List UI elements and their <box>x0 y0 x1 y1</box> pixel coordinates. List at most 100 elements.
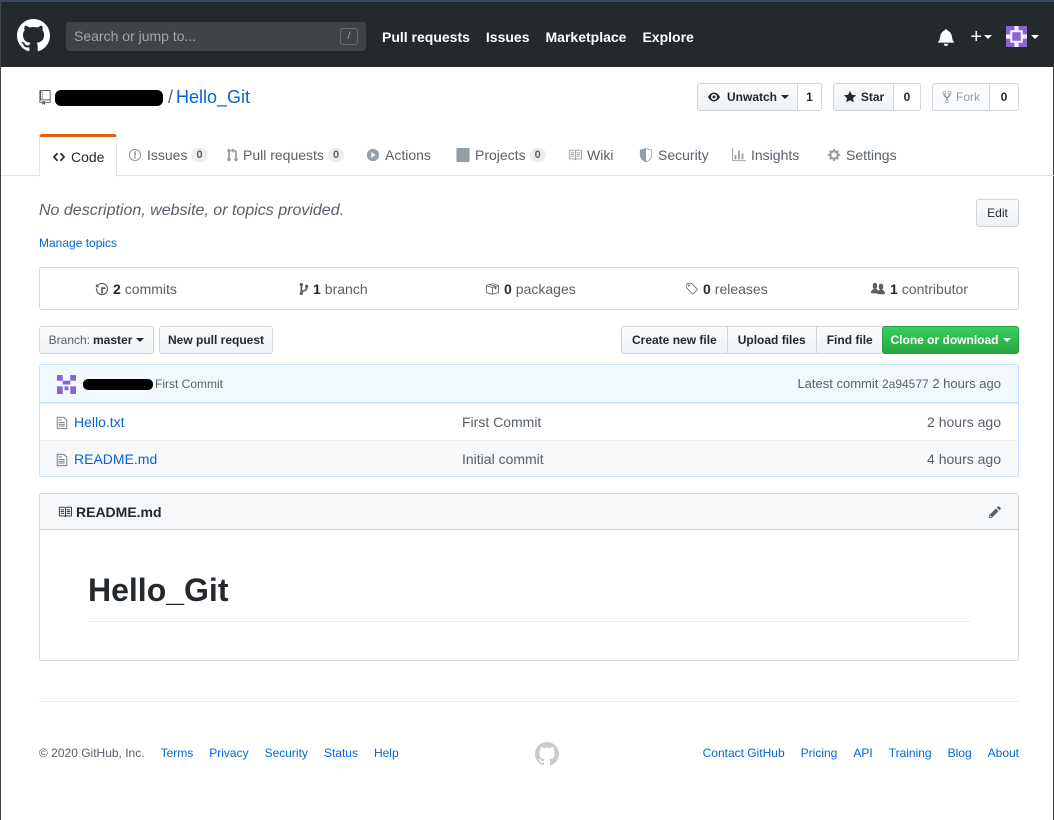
summary-number: 0 <box>504 280 512 297</box>
file-name-link[interactable]: README.md <box>74 451 157 467</box>
header-actions: + <box>938 26 1039 47</box>
tab-pull-requests[interactable]: Pull requests 0 <box>227 134 345 176</box>
avatar[interactable] <box>57 375 76 394</box>
watch-button[interactable]: Unwatch <box>697 83 798 111</box>
chevron-down-icon <box>781 95 789 99</box>
file-table: First Commit Latest commit 2a94577 2 hou… <box>39 364 1019 477</box>
file-name-link[interactable]: Hello.txt <box>74 414 125 430</box>
fork-button[interactable]: Fork <box>932 83 990 111</box>
global-header: Search or jump to... / Pull requests Iss… <box>1 0 1054 67</box>
chevron-down-icon <box>1002 338 1011 342</box>
tab-label: Insights <box>751 147 800 163</box>
table-row: Hello.txt First Commit 2 hours ago <box>40 403 1018 440</box>
branch-select-button[interactable]: Branch: master <box>39 326 154 354</box>
tab-label: Code <box>71 148 105 165</box>
star-label: Star <box>860 90 885 104</box>
footer-link-privacy[interactable]: Privacy <box>209 746 248 760</box>
footer-link-about[interactable]: About <box>988 746 1019 760</box>
package-icon <box>485 282 499 295</box>
tab-label: Security <box>658 147 709 163</box>
commit-sha-link[interactable]: 2a94577 <box>882 377 929 391</box>
tab-settings[interactable]: Settings <box>827 134 897 176</box>
copyright: © 2020 GitHub, Inc. <box>39 746 145 760</box>
readme-box: README.md Hello_Git <box>39 493 1019 661</box>
tab-security[interactable]: Security <box>639 134 709 176</box>
github-logo-icon[interactable] <box>17 19 50 52</box>
readme-heading: Hello_Git <box>88 572 970 622</box>
commit-message[interactable]: First Commit <box>155 377 223 391</box>
plus-icon[interactable]: + <box>970 27 982 47</box>
footer-link-pricing[interactable]: Pricing <box>801 746 838 760</box>
tag-icon <box>686 282 698 294</box>
tab-actions[interactable]: Actions <box>366 134 431 176</box>
nav-marketplace[interactable]: Marketplace <box>546 29 627 45</box>
avatar-chevron-icon[interactable] <box>1031 34 1039 39</box>
branch-count[interactable]: 1 branch <box>299 268 368 309</box>
tab-wiki[interactable]: Wiki <box>568 134 613 176</box>
search-placeholder: Search or jump to... <box>74 28 197 44</box>
commits-count[interactable]: 2 commits <box>95 268 177 309</box>
releases-count[interactable]: 0 releases <box>685 268 768 309</box>
nav-pull-requests[interactable]: Pull requests <box>382 29 470 45</box>
find-file-button[interactable]: Find file <box>815 326 884 354</box>
tab-projects[interactable]: Projects 0 <box>456 134 546 176</box>
new-pull-request-button[interactable]: New pull request <box>159 326 273 354</box>
manage-topics-link[interactable]: Manage topics <box>39 236 117 250</box>
nav-issues[interactable]: Issues <box>486 29 530 45</box>
chevron-down-icon <box>136 338 145 342</box>
summary-label: contributor <box>901 280 968 297</box>
nav-explore[interactable]: Explore <box>642 29 693 45</box>
footer-link-security[interactable]: Security <box>265 746 308 760</box>
file-commit-message[interactable]: First Commit <box>462 414 541 430</box>
graph-icon <box>732 148 746 162</box>
footer-right: Contact GitHub Pricing API Training Blog… <box>703 746 1035 760</box>
upload-files-button[interactable]: Upload files <box>726 326 816 354</box>
contributors-count[interactable]: 1 contributor <box>870 268 968 309</box>
footer-link-status[interactable]: Status <box>324 746 358 760</box>
tab-insights[interactable]: Insights <box>732 134 799 176</box>
star-button[interactable]: Star <box>833 83 894 111</box>
file-actions-group: Create new file Upload files Find file <box>621 326 884 354</box>
footer-link-help[interactable]: Help <box>374 746 399 760</box>
book-icon <box>58 506 72 518</box>
clone-label: Clone or download <box>890 333 999 347</box>
file-age: 2 hours ago <box>927 414 1001 430</box>
file-commit-message[interactable]: Initial commit <box>462 451 544 467</box>
footer-link-training[interactable]: Training <box>889 746 932 760</box>
top-nav: Pull requests Issues Marketplace Explore <box>382 29 710 45</box>
fork-count[interactable]: 0 <box>990 83 1019 111</box>
tab-label: Settings <box>846 147 897 163</box>
footer-link-contact[interactable]: Contact GitHub <box>703 746 785 760</box>
eye-icon <box>707 92 720 102</box>
star-count[interactable]: 0 <box>894 83 921 111</box>
avatar[interactable] <box>1006 26 1027 47</box>
repo-tabs: Code Issues 0 Pull requests 0 Actions Pr… <box>1 134 1054 177</box>
summary-label: branch <box>324 280 368 297</box>
tab-code[interactable]: Code <box>39 134 118 177</box>
fork-icon <box>942 90 952 104</box>
branch-icon <box>299 282 309 295</box>
create-new-file-button[interactable]: Create new file <box>621 326 727 354</box>
table-row: README.md Initial commit 4 hours ago <box>40 440 1018 476</box>
footer-link-blog[interactable]: Blog <box>948 746 972 760</box>
footer-link-terms[interactable]: Terms <box>161 746 194 760</box>
clone-or-download-button[interactable]: Clone or download <box>882 326 1019 354</box>
redacted-owner[interactable] <box>55 89 163 106</box>
chevron-down-icon[interactable] <box>984 34 992 39</box>
pencil-icon[interactable] <box>988 505 1002 519</box>
footer-link-api[interactable]: API <box>853 746 872 760</box>
github-mark-icon[interactable] <box>535 742 559 766</box>
edit-description-button[interactable]: Edit <box>976 199 1019 227</box>
summary-label: packages <box>515 280 576 297</box>
redacted-author[interactable] <box>83 379 153 390</box>
watch-count[interactable]: 1 <box>798 83 822 111</box>
latest-commit-bar: First Commit Latest commit 2a94577 2 hou… <box>40 365 1018 403</box>
summary-label: commits <box>124 280 177 297</box>
tab-issues[interactable]: Issues 0 <box>128 134 208 176</box>
tab-label: Projects <box>475 147 526 163</box>
bell-icon[interactable] <box>938 28 955 46</box>
search-input[interactable]: Search or jump to... / <box>66 22 366 51</box>
packages-count[interactable]: 0 packages <box>484 268 576 309</box>
repo-name-link[interactable]: Hello_Git <box>176 87 250 108</box>
file-age: 4 hours ago <box>927 451 1001 467</box>
